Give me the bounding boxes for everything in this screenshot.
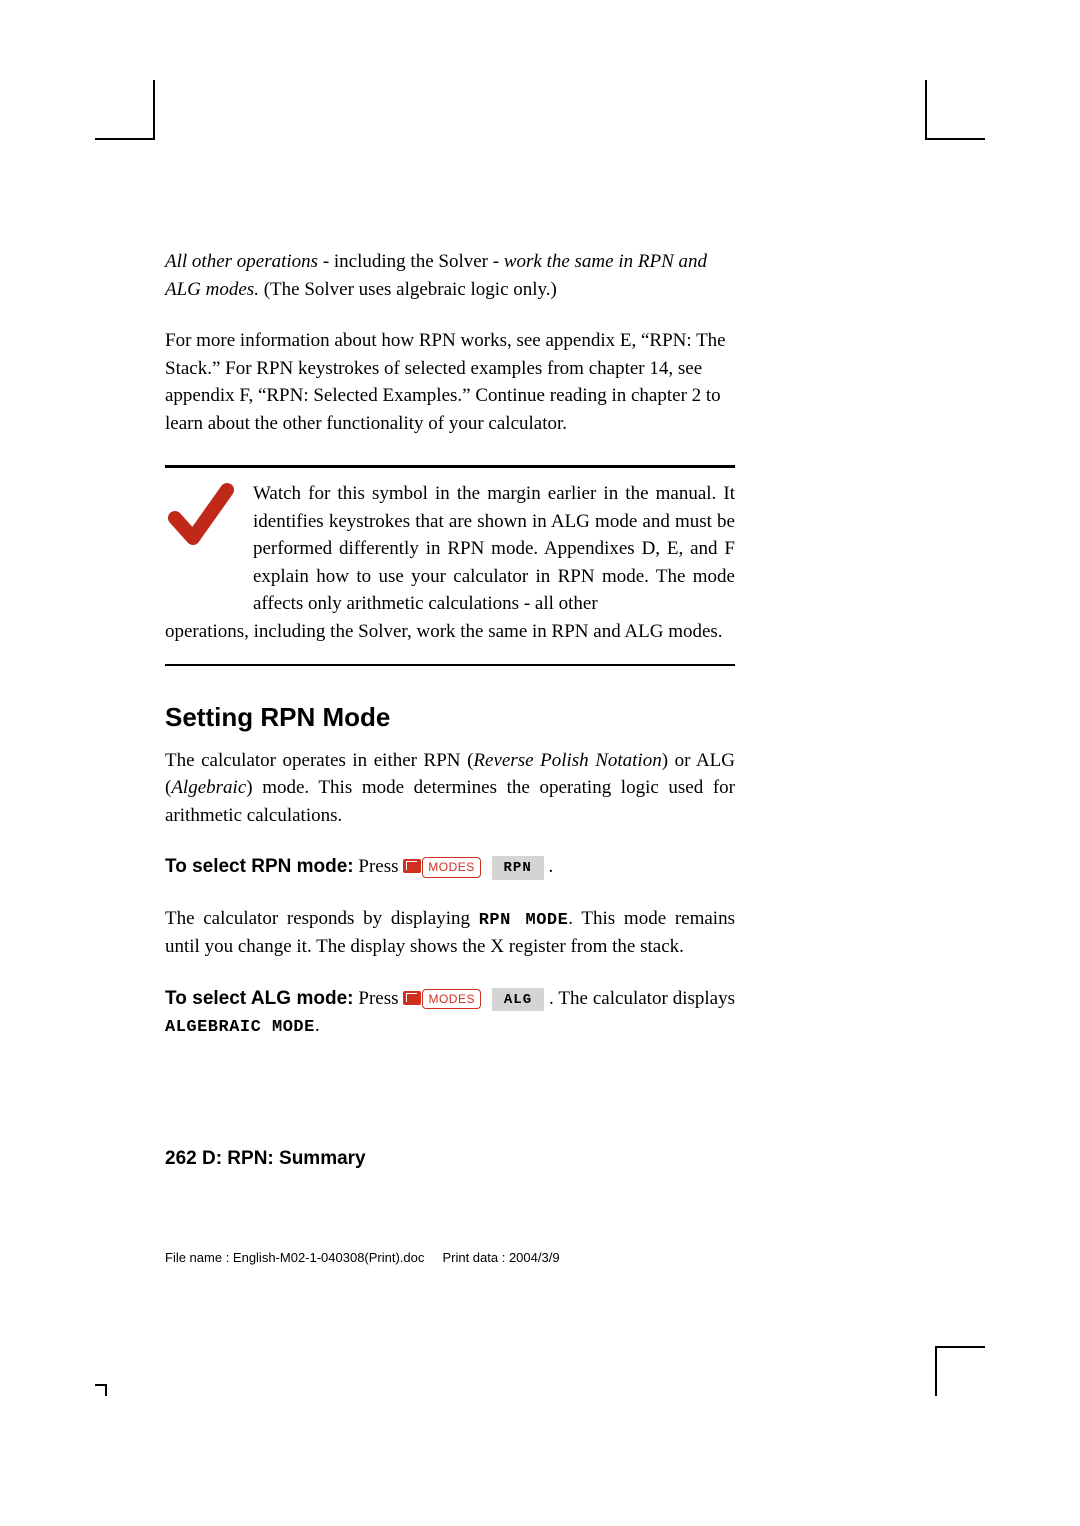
shift-key-icon: [403, 991, 421, 1005]
text: - including the Solver -: [318, 251, 504, 272]
text: .: [315, 1015, 320, 1036]
page-content: All other operations - including the Sol…: [165, 248, 735, 1065]
text: Press: [353, 988, 403, 1009]
select-alg-line: To select ALG mode: Press MODES ALG . Th…: [165, 985, 735, 1041]
alg-menu-key: ALG: [492, 988, 544, 1011]
note-text-2: operations, including the Solver, work t…: [165, 618, 735, 646]
crop-mark-bottom-right: [935, 1346, 985, 1396]
print-date-text: Print data : 2004/3/9: [442, 1250, 559, 1265]
rpn-menu-key: RPN: [492, 856, 544, 879]
rule-bottom: [165, 664, 735, 666]
calc-display-text: RPN MODE: [479, 911, 569, 930]
note-text-1: Watch for this symbol in the margin earl…: [253, 480, 735, 618]
file-name-text: File name : English-M02-1-040308(Print).…: [165, 1250, 424, 1265]
select-rpn-label: To select RPN mode:: [165, 856, 354, 877]
modes-key: MODES: [422, 989, 481, 1009]
section-heading: Setting RPN Mode: [165, 702, 735, 733]
footer-title: D: RPN: Summary: [202, 1148, 366, 1169]
calc-display-text: ALGEBRAIC MODE: [165, 1018, 315, 1037]
print-metadata: File name : English-M02-1-040308(Print).…: [165, 1250, 560, 1265]
select-alg-label: To select ALG mode:: [165, 988, 353, 1009]
crop-mark-top-right: [925, 80, 985, 140]
text: ) mode. This mode determines the operati…: [165, 777, 735, 826]
note-block: Watch for this symbol in the margin earl…: [165, 480, 735, 645]
text: All other operations: [165, 251, 318, 272]
page-number: 262: [165, 1148, 197, 1169]
text: The calculator operates in either RPN (: [165, 750, 473, 771]
intro-para-2: For more information about how RPN works…: [165, 327, 735, 437]
check-icon: [165, 480, 235, 557]
crop-mark-bottom-left: [95, 1384, 107, 1396]
text: Press: [354, 856, 404, 877]
rule-top: [165, 465, 735, 468]
text: Reverse Polish Notation: [473, 750, 661, 771]
page-footer: 262 D: RPN: Summary: [165, 1148, 735, 1170]
text: . The calculator displays: [544, 988, 735, 1009]
rpn-response-para: The calculator responds by displaying RP…: [165, 905, 735, 961]
text: Algebraic: [171, 777, 246, 798]
select-rpn-line: To select RPN mode: Press MODES RPN .: [165, 853, 735, 881]
text: The calculator responds by displaying: [165, 908, 479, 929]
text: (The Solver uses algebraic logic only.): [259, 279, 557, 300]
text: .: [544, 856, 554, 877]
modes-key: MODES: [422, 857, 481, 877]
shift-key-icon: [403, 859, 421, 873]
crop-mark-top-left: [95, 80, 155, 140]
intro-para-1: All other operations - including the Sol…: [165, 248, 735, 303]
mode-para: The calculator operates in either RPN (R…: [165, 747, 735, 830]
